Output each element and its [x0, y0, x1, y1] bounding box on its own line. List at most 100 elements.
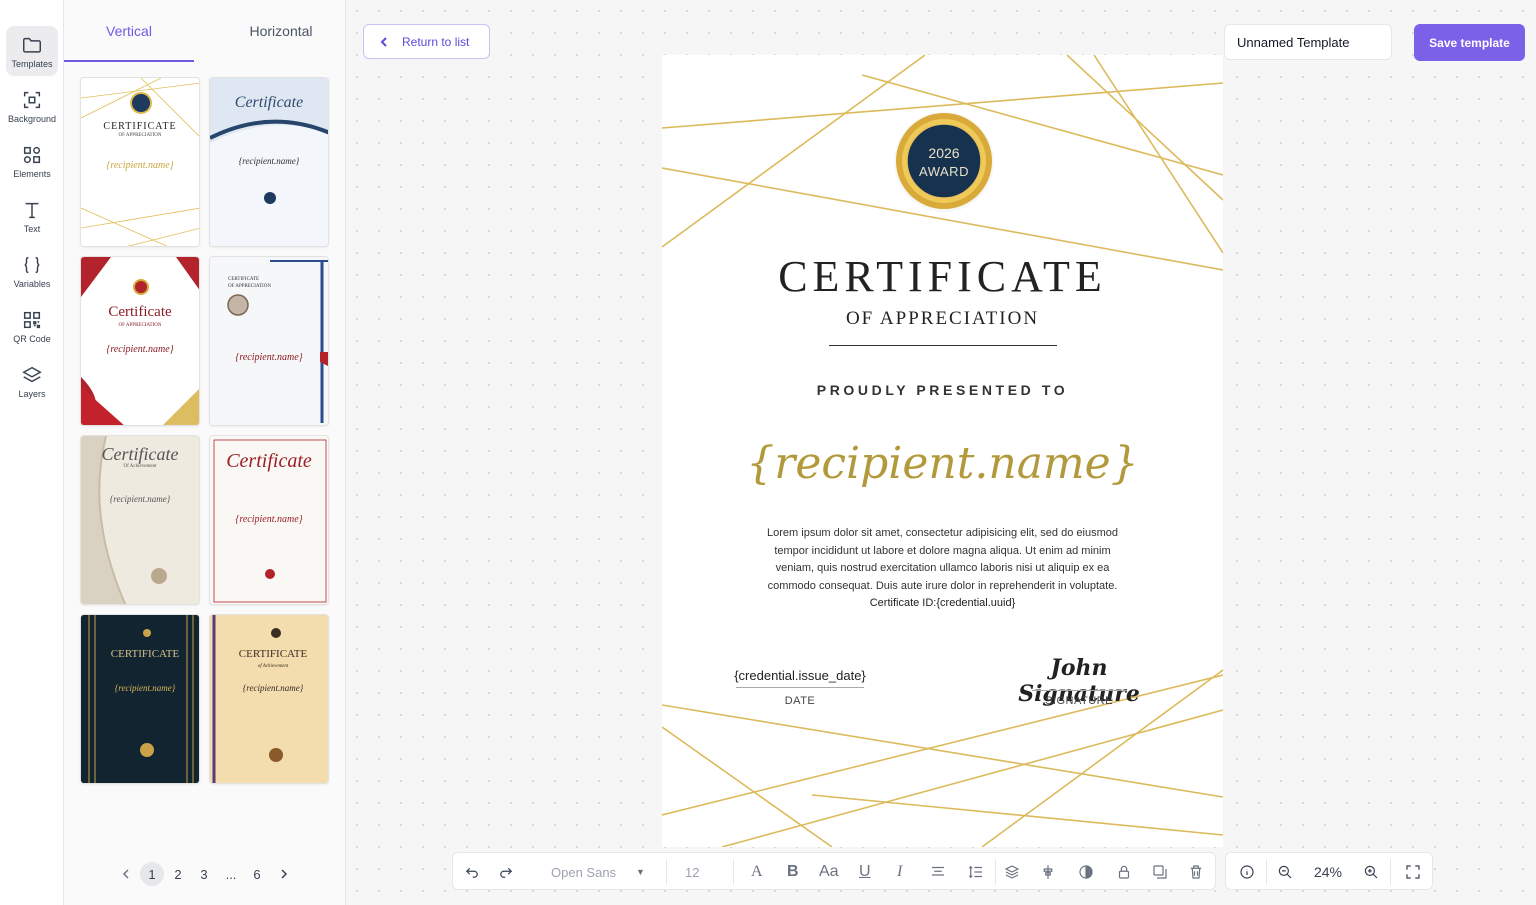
tab-vertical[interactable]: Vertical	[64, 0, 194, 62]
rail-item-templates[interactable]: Templates	[6, 26, 58, 76]
text-case-icon[interactable]: Aa	[819, 861, 839, 883]
toolbar-divider	[1266, 859, 1267, 885]
thumbnail-art	[210, 615, 328, 783]
folder-icon	[23, 37, 41, 53]
thumbnail-name: {recipient.name}	[238, 156, 300, 166]
page-3[interactable]: 3	[192, 862, 216, 886]
thumbnail-title: Certificate	[101, 444, 179, 464]
braces-icon	[24, 256, 40, 273]
thumbnail-art	[210, 257, 328, 425]
toolbar-divider	[995, 859, 996, 885]
bold-icon[interactable]: B	[787, 861, 799, 883]
layers-order-icon[interactable]	[1001, 861, 1023, 883]
date-divider	[736, 687, 864, 688]
line-spacing-icon[interactable]	[965, 861, 987, 883]
thumbnail-subtitle: OF APPRECIATION	[118, 133, 162, 138]
templates-panel: Vertical Horizontal CERTIFICATE OF APPRE…	[64, 0, 346, 905]
align-center-icon[interactable]	[927, 861, 949, 883]
toolbar-divider	[1390, 859, 1391, 885]
award-badge	[894, 112, 994, 212]
signature-divider	[1032, 690, 1127, 691]
underline-icon[interactable]: U	[859, 861, 871, 883]
redo-icon[interactable]	[495, 861, 517, 883]
text-color-icon[interactable]: A	[751, 861, 763, 883]
save-template-button[interactable]: Save template	[1414, 24, 1525, 61]
fullscreen-icon[interactable]	[1402, 861, 1424, 883]
rail-label: Elements	[13, 168, 51, 179]
template-thumbnail[interactable]: CERTIFICATE OF APPRECIATION {recipient.n…	[209, 256, 329, 426]
certificate-canvas[interactable]: 2026 AWARD CERTIFICATE OF APPRECIATION P…	[662, 55, 1223, 847]
rail-item-text[interactable]: Text	[6, 191, 58, 241]
rail-item-qr-code[interactable]: QR Code	[6, 301, 58, 351]
template-thumbnail[interactable]: Certificate OF APPRECIATION {recipient.n…	[80, 256, 200, 426]
next-page-icon[interactable]	[272, 862, 296, 886]
opacity-icon[interactable]	[1075, 861, 1097, 883]
rail-item-variables[interactable]: Variables	[6, 246, 58, 296]
thumbnail-subtitle: OF APPRECIATION	[228, 284, 271, 289]
template-thumbnail[interactable]: Certificate {recipient.name}	[209, 77, 329, 247]
template-thumbnail[interactable]: Certificate Of Achievement {recipient.na…	[80, 435, 200, 605]
trash-icon[interactable]	[1185, 861, 1207, 883]
rail-label: QR Code	[13, 333, 51, 344]
thumbnail-title: CERTIFICATE	[238, 648, 308, 660]
thumbnail-name: {recipient.name}	[242, 683, 304, 693]
thumbnail-title: CERTIFICATE	[110, 648, 180, 660]
rail-item-layers[interactable]: Layers	[6, 356, 58, 406]
duplicate-icon[interactable]	[1149, 861, 1171, 883]
certificate-title[interactable]: CERTIFICATE	[662, 251, 1223, 302]
page-6[interactable]: 6	[245, 862, 269, 886]
font-family-select[interactable]: Open Sans ▼	[551, 861, 651, 883]
thumbnail-name: {recipient.name}	[114, 683, 176, 693]
credential-id[interactable]: Certificate ID:{credential.uuid}	[662, 597, 1223, 609]
thumbnail-subtitle: OF APPRECIATION	[118, 323, 162, 328]
thumbnail-title: Certificate	[226, 450, 312, 472]
lock-icon[interactable]	[1113, 861, 1135, 883]
title-divider	[829, 345, 1057, 346]
rail-label: Text	[23, 223, 41, 234]
page-2[interactable]: 2	[166, 862, 190, 886]
layers-icon	[22, 366, 42, 382]
certificate-subtitle[interactable]: OF APPRECIATION	[662, 308, 1223, 330]
badge-label: AWARD	[919, 164, 969, 179]
thumbnail-title: Certificate	[234, 94, 304, 111]
thumbnail-name: {recipient.name}	[106, 160, 174, 171]
thumbnail-title: CERTIFICATE	[103, 121, 177, 132]
presented-to-text[interactable]: PROUDLY PRESENTED TO	[662, 382, 1223, 398]
prev-page-icon[interactable]	[114, 862, 138, 886]
zoom-in-icon[interactable]	[1360, 861, 1382, 883]
align-middle-icon[interactable]	[1037, 861, 1059, 883]
template-thumbnail[interactable]: Certificate {recipient.name}	[209, 435, 329, 605]
undo-icon[interactable]	[461, 861, 483, 883]
font-family-value: Open Sans	[551, 864, 617, 880]
rail-item-elements[interactable]: Elements	[6, 136, 58, 186]
template-thumbnail[interactable]: CERTIFICATE of Achievement {recipient.na…	[209, 614, 329, 784]
thumbnail-title: CERTIFICATE	[228, 277, 260, 282]
recipient-name[interactable]: {recipient.name}	[662, 438, 1223, 489]
signature-label[interactable]: SIGNATURE	[992, 695, 1166, 707]
italic-icon[interactable]: I	[897, 861, 902, 883]
thumbnail-name: {recipient.name}	[235, 514, 303, 525]
issue-date-value[interactable]: {credential.issue_date}	[712, 668, 888, 683]
thumbnail-name: {recipient.name}	[235, 352, 303, 363]
template-thumbnail[interactable]: CERTIFICATE OF APPRECIATION {recipient.n…	[80, 77, 200, 247]
zoom-out-icon[interactable]	[1274, 861, 1296, 883]
thumbnail-title: Certificate	[108, 304, 172, 320]
template-thumbnail[interactable]: CERTIFICATE {recipient.name}	[80, 614, 200, 784]
tab-horizontal[interactable]: Horizontal	[216, 0, 346, 62]
chevron-left-icon	[380, 36, 387, 47]
toolbar-divider	[733, 859, 734, 885]
return-label: Return to list	[402, 34, 470, 49]
rail-item-background[interactable]: Background	[6, 81, 58, 131]
template-name-input[interactable]	[1224, 24, 1392, 60]
tool-rail: Templates Background Elements Text Varia…	[0, 0, 64, 905]
page-1[interactable]: 1	[140, 862, 164, 886]
rail-label: Variables	[13, 278, 51, 289]
elements-icon	[23, 146, 41, 163]
date-label[interactable]: DATE	[712, 695, 888, 707]
thumbnail-name: {recipient.name}	[106, 344, 174, 355]
info-icon[interactable]	[1236, 861, 1258, 883]
return-to-list-button[interactable]: Return to list	[363, 24, 490, 59]
certificate-body-text[interactable]: Lorem ipsum dolor sit amet, consectetur …	[757, 525, 1128, 595]
font-size-input[interactable]: 12	[685, 861, 725, 883]
format-toolbar: Open Sans ▼ 12 A B Aa U I	[452, 852, 1216, 890]
